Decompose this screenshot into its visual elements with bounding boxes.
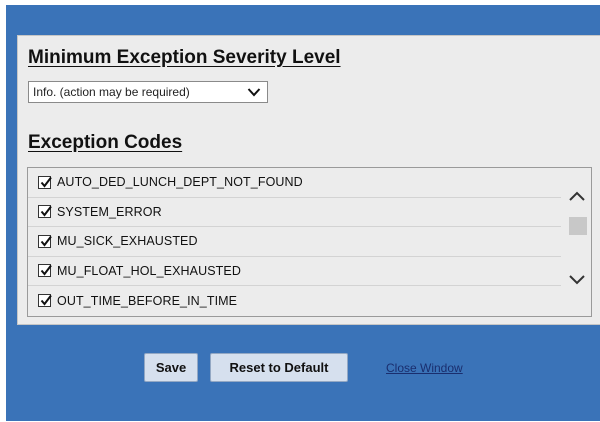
list-item[interactable]: MU_FLOAT_HOL_EXHAUSTED bbox=[28, 257, 561, 286]
settings-panel: Minimum Exception Severity Level Info. (… bbox=[17, 35, 600, 325]
list-scrollbar[interactable] bbox=[561, 168, 591, 316]
chevron-down-icon[interactable] bbox=[568, 274, 586, 286]
severity-select[interactable]: Info. (action may be required) bbox=[28, 81, 268, 103]
checkmark-icon bbox=[40, 295, 52, 306]
checkbox-mu-sick-exhausted[interactable] bbox=[38, 234, 52, 248]
list-item[interactable]: SYSTEM_ERROR bbox=[28, 198, 561, 227]
list-item-label: MU_FLOAT_HOL_EXHAUSTED bbox=[57, 263, 241, 278]
checkmark-icon bbox=[40, 265, 52, 276]
list-item-label: MU_SICK_EXHAUSTED bbox=[57, 234, 198, 249]
list-item-label: OUT_TIME_BEFORE_IN_TIME bbox=[57, 293, 238, 308]
list-item[interactable]: OUT_TIME_BEFORE_IN_TIME bbox=[28, 286, 561, 316]
list-item-label: AUTO_DED_LUNCH_DEPT_NOT_FOUND bbox=[57, 175, 303, 190]
checkbox-auto-ded-lunch[interactable] bbox=[38, 175, 52, 189]
list-item[interactable]: MU_SICK_EXHAUSTED bbox=[28, 227, 561, 257]
exception-codes-list[interactable]: AUTO_DED_LUNCH_DEPT_NOT_FOUND SYSTEM_ERR… bbox=[27, 167, 592, 317]
scrollbar-thumb[interactable] bbox=[569, 217, 587, 235]
checkmark-icon bbox=[40, 206, 52, 217]
checkmark-icon bbox=[40, 235, 52, 247]
close-window-link[interactable]: Close Window bbox=[386, 361, 463, 375]
save-button[interactable]: Save bbox=[144, 353, 198, 382]
checkbox-system-error[interactable] bbox=[38, 205, 52, 219]
reset-to-default-button[interactable]: Reset to Default bbox=[210, 353, 348, 382]
checkbox-out-time-before-in-time[interactable] bbox=[38, 294, 52, 308]
chevron-up-icon[interactable] bbox=[568, 190, 586, 202]
checkbox-mu-float-hol-exhausted[interactable] bbox=[38, 264, 52, 278]
list-item[interactable]: AUTO_DED_LUNCH_DEPT_NOT_FOUND bbox=[28, 168, 561, 198]
list-item-label: SYSTEM_ERROR bbox=[57, 204, 162, 219]
checkmark-icon bbox=[40, 176, 52, 188]
exception-codes-rows: AUTO_DED_LUNCH_DEPT_NOT_FOUND SYSTEM_ERR… bbox=[28, 168, 561, 316]
severity-heading: Minimum Exception Severity Level bbox=[28, 47, 341, 68]
exception-codes-heading: Exception Codes bbox=[28, 132, 183, 153]
severity-select-value: Info. (action may be required) bbox=[33, 85, 190, 99]
chevron-down-icon bbox=[247, 88, 261, 97]
